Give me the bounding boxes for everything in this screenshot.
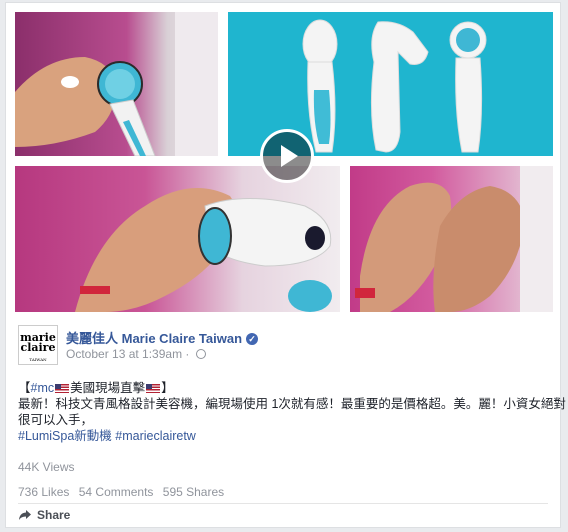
post-body-line-2: 很可以入手， xyxy=(18,413,94,427)
page-name[interactable]: 美麗佳人 Marie Claire Taiwan xyxy=(66,331,242,346)
logo-text-2: claire xyxy=(20,341,56,354)
us-flag-icon xyxy=(146,384,161,393)
post-timestamp[interactable]: October 13 at 1:39am xyxy=(66,347,182,361)
video-frame-3 xyxy=(15,166,340,312)
bracket-close: 】 xyxy=(161,381,174,395)
post-hashtags[interactable]: #LumiSpa新動機 #marieclairetw xyxy=(18,428,548,444)
video-frame-1 xyxy=(15,12,218,156)
verified-badge-icon: ✓ xyxy=(246,333,259,345)
two-hands-illustration xyxy=(355,166,553,312)
wet-hand-illustration xyxy=(75,188,332,312)
engagement-stats: 736 Likes 54 Comments 595 Shares xyxy=(18,485,230,499)
play-icon xyxy=(281,145,298,167)
video-thumbnail[interactable] xyxy=(15,12,553,312)
share-button[interactable]: Share xyxy=(18,508,70,522)
shares-count[interactable]: 595 Shares xyxy=(163,485,224,499)
share-icon xyxy=(19,510,31,520)
us-flag-icon xyxy=(55,384,70,393)
likes-count[interactable]: 736 Likes xyxy=(18,485,69,499)
facebook-post-card: marie claire TAIWAN 美麗佳人 Marie Claire Ta… xyxy=(5,2,566,528)
bracket-open: 【 xyxy=(18,381,31,395)
logo-sub: TAIWAN xyxy=(29,357,47,362)
view-count: 44K Views xyxy=(18,460,75,474)
play-button[interactable] xyxy=(260,129,314,183)
post-text: 【#mc 美國現場直擊 】 最新！科技文青風格設計美容機，編現場使用 1次就有感！最… xyxy=(18,380,566,444)
comments-count[interactable]: 54 Comments xyxy=(79,485,154,499)
page-avatar[interactable]: marie claire TAIWAN xyxy=(18,325,58,365)
hashtag-mc[interactable]: #mc xyxy=(31,381,55,395)
post-body-line-1: 最新！科技文青風格設計美容機，編現場使用 1次就有感！最重要的是價格超。美。麗！… xyxy=(18,397,566,411)
post-meta: October 13 at 1:39am · xyxy=(66,347,206,361)
page-name-link[interactable]: 美麗佳人 Marie Claire Taiwan ✓ xyxy=(66,328,259,347)
hand-device-illustration xyxy=(15,12,218,156)
post-header: marie claire TAIWAN 美麗佳人 Marie Claire Ta… xyxy=(18,325,548,369)
share-label: Share xyxy=(37,508,71,522)
headline-text: 美國現場直擊 xyxy=(70,381,146,395)
video-frame-4 xyxy=(350,166,553,312)
divider xyxy=(18,503,548,504)
globe-icon xyxy=(195,349,206,359)
